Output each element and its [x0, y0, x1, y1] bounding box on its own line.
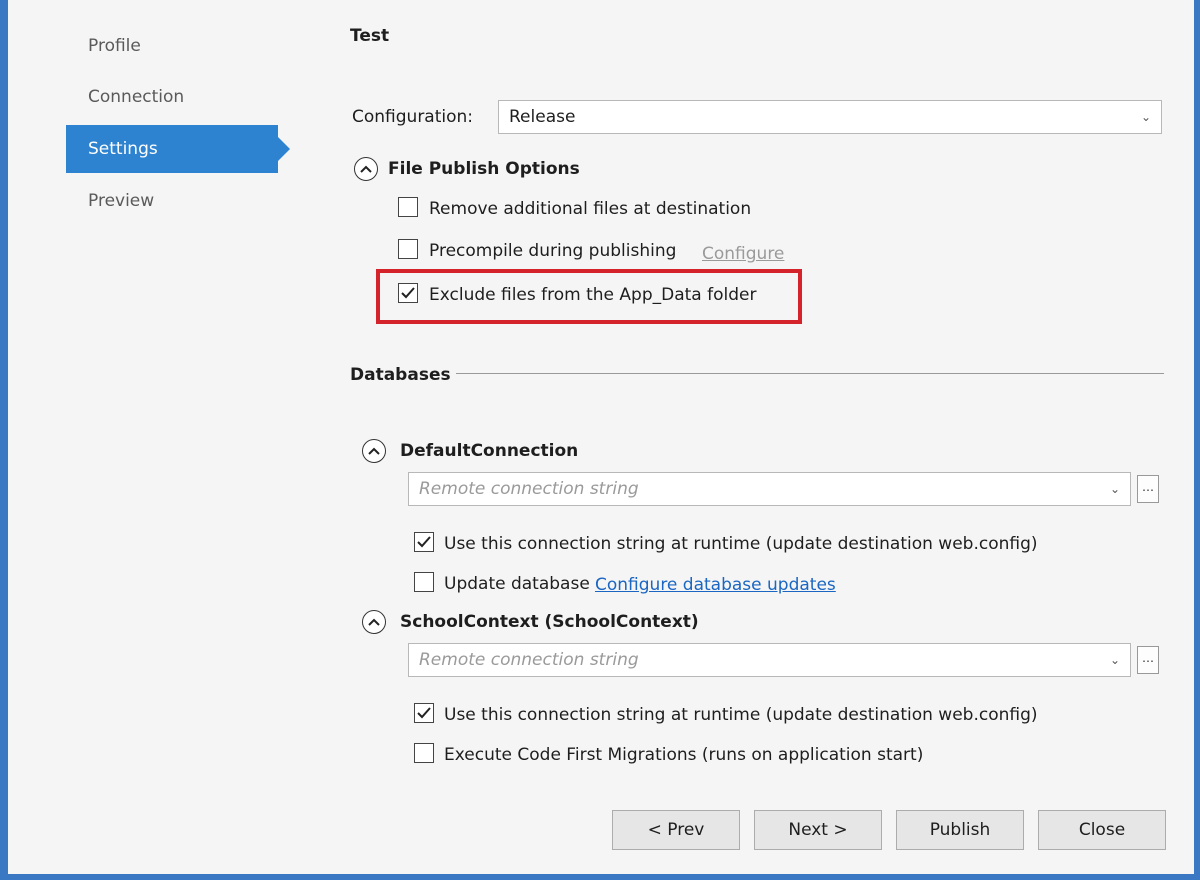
default-connection-string-input[interactable]: Remote connection string ⌄ — [408, 472, 1131, 506]
sidebar-item-preview[interactable]: Preview — [66, 177, 278, 225]
next-button[interactable]: Next > — [754, 810, 882, 850]
configure-database-updates-link[interactable]: Configure database updates — [595, 574, 836, 596]
school-context-string-input[interactable]: Remote connection string ⌄ — [408, 643, 1131, 677]
collapse-school-context-icon[interactable] — [362, 610, 386, 634]
code-first-migrations-checkbox[interactable] — [414, 743, 434, 763]
default-connection-browse-button[interactable]: … — [1137, 475, 1159, 503]
prev-button[interactable]: < Prev — [612, 810, 740, 850]
configuration-value: Release — [509, 107, 576, 127]
configuration-select[interactable]: Release ⌄ — [498, 100, 1162, 134]
sidebar-item-label: Settings — [88, 139, 158, 159]
sidebar-item-label: Profile — [88, 36, 141, 56]
page-title: Test — [350, 26, 390, 46]
default-use-runtime-label: Use this connection string at runtime (u… — [444, 534, 1038, 554]
remove-files-label: Remove additional files at destination — [429, 199, 752, 219]
default-connection-placeholder: Remote connection string — [419, 479, 639, 499]
precompile-label: Precompile during publishing — [429, 241, 677, 261]
configuration-label: Configuration: — [352, 107, 474, 127]
update-database-label: Update database — [444, 574, 590, 594]
publish-dialog: Profile Connection Settings Preview Test… — [0, 0, 1200, 880]
exclude-app-data-label: Exclude files from the App_Data folder — [429, 285, 757, 305]
exclude-app-data-checkbox[interactable] — [398, 283, 418, 303]
code-first-migrations-label: Execute Code First Migrations (runs on a… — [444, 745, 924, 765]
school-use-runtime-checkbox[interactable] — [414, 703, 434, 723]
close-button[interactable]: Close — [1038, 810, 1166, 850]
chevron-down-icon: ⌄ — [1140, 110, 1151, 124]
school-context-placeholder: Remote connection string — [419, 650, 639, 670]
databases-header: Databases — [350, 365, 451, 385]
default-connection-title: DefaultConnection — [400, 441, 579, 461]
school-context-browse-button[interactable]: … — [1137, 646, 1159, 674]
chevron-down-icon: ⌄ — [1109, 653, 1120, 667]
school-use-runtime-label: Use this connection string at runtime (u… — [444, 705, 1038, 725]
file-publish-options-header: File Publish Options — [388, 159, 580, 179]
update-database-checkbox[interactable] — [414, 572, 434, 592]
sidebar-item-label: Preview — [88, 191, 155, 211]
collapse-default-connection-icon[interactable] — [362, 439, 386, 463]
default-use-runtime-checkbox[interactable] — [414, 532, 434, 552]
sidebar-item-connection[interactable]: Connection — [66, 73, 278, 121]
checkmark-icon — [417, 707, 431, 719]
checkmark-icon — [401, 287, 415, 299]
sidebar-item-settings[interactable]: Settings — [66, 125, 290, 173]
configure-link[interactable]: Configure — [702, 243, 784, 265]
remove-files-checkbox[interactable] — [398, 197, 418, 217]
chevron-down-icon: ⌄ — [1109, 482, 1120, 496]
sidebar-item-label: Connection — [88, 87, 185, 107]
collapse-file-publish-icon[interactable] — [354, 157, 378, 181]
precompile-checkbox[interactable] — [398, 239, 418, 259]
checkmark-icon — [417, 536, 431, 548]
sidebar-item-profile[interactable]: Profile — [66, 22, 278, 70]
databases-divider — [456, 373, 1164, 374]
school-context-title: SchoolContext (SchoolContext) — [400, 612, 699, 632]
publish-button[interactable]: Publish — [896, 810, 1024, 850]
